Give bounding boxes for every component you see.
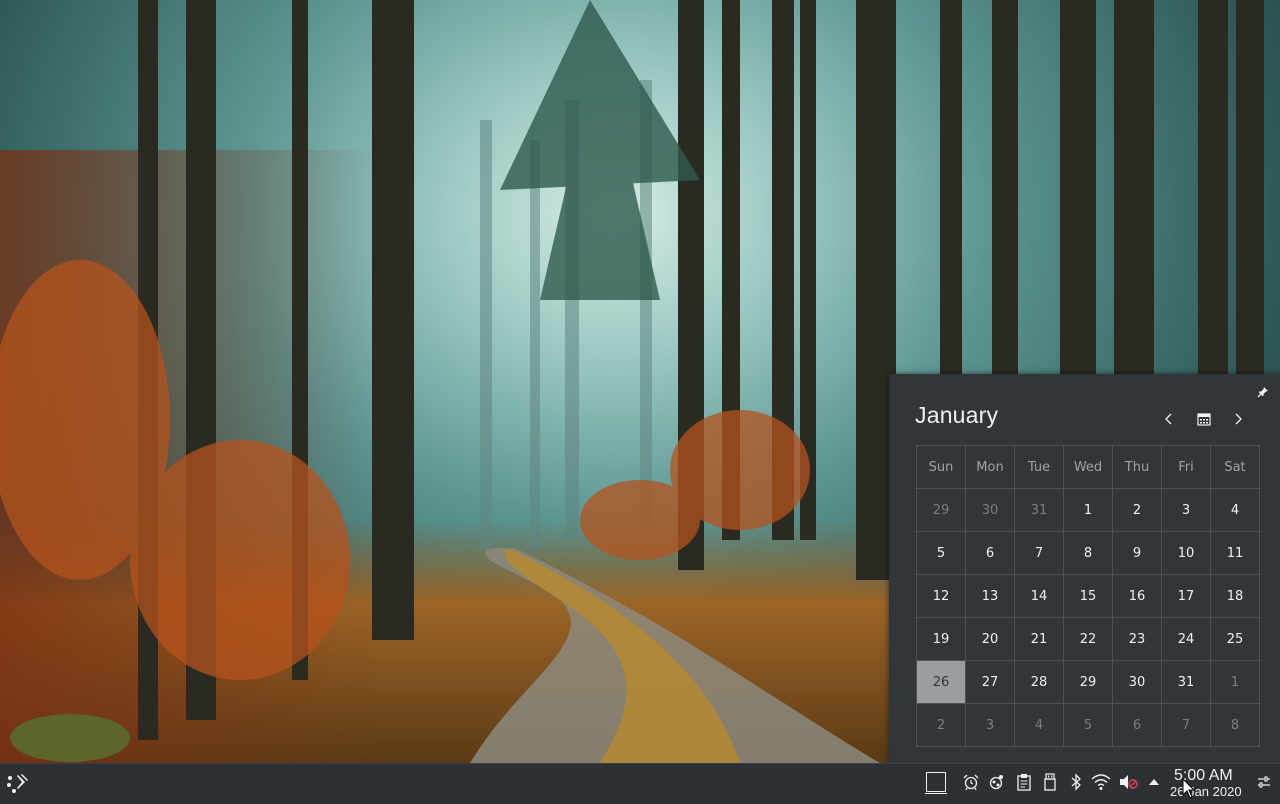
kde-connect-icon[interactable] [987, 772, 1007, 792]
calendar-day-cell[interactable]: 29 [916, 488, 966, 532]
calendar-day-cell[interactable]: 1 [1210, 660, 1260, 704]
calendar-day-cell[interactable]: 13 [965, 574, 1015, 618]
calendar-week-row: 2 3 4 5 6 7 8 [916, 703, 1260, 747]
calendar-day-cell[interactable]: 2 [916, 703, 966, 747]
volume-muted-icon[interactable] [1118, 772, 1138, 792]
weekday-label: Wed [1063, 445, 1113, 489]
application-launcher-icon[interactable] [5, 770, 31, 796]
calendar-day-cell[interactable]: 16 [1112, 574, 1162, 618]
calendar-day-cell[interactable]: 31 [1014, 488, 1064, 532]
calendar-day-cell[interactable]: 10 [1161, 531, 1211, 575]
calendar-day-cell[interactable]: 29 [1063, 660, 1113, 704]
calendar-day-cell[interactable]: 14 [1014, 574, 1064, 618]
wifi-icon[interactable] [1091, 772, 1111, 792]
calendar-week-row: 12 13 14 15 16 17 18 [916, 574, 1260, 618]
pin-icon[interactable] [1255, 384, 1271, 400]
chevron-right-icon[interactable] [1227, 408, 1249, 430]
calendar-day-cell[interactable]: 8 [1063, 531, 1113, 575]
usb-device-icon[interactable] [1040, 772, 1060, 792]
calendar-day-cell[interactable]: 15 [1063, 574, 1113, 618]
calendar-day-cell[interactable]: 2 [1112, 488, 1162, 532]
calendar-day-cell[interactable]: 30 [1112, 660, 1162, 704]
calendar-grid: Sun Mon Tue Wed Thu Fri Sat 29 30 31 1 2… [916, 445, 1260, 747]
weekday-header-row: Sun Mon Tue Wed Thu Fri Sat [916, 445, 1260, 489]
expand-tray-icon[interactable] [1144, 772, 1164, 792]
clock-date[interactable]: 26 Jan 2020 [1170, 784, 1242, 799]
calendar-day-cell[interactable]: 9 [1112, 531, 1162, 575]
calendar-day-cell[interactable]: 6 [1112, 703, 1162, 747]
weekday-label: Tue [1014, 445, 1064, 489]
mouse-cursor-icon [1182, 777, 1196, 800]
calendar-icon[interactable] [1193, 408, 1215, 430]
calendar-day-cell[interactable]: 20 [965, 617, 1015, 661]
calendar-week-row: 5 6 7 8 9 10 11 [916, 531, 1260, 575]
calendar-day-cell[interactable]: 7 [1014, 531, 1064, 575]
weekday-label: Thu [1112, 445, 1162, 489]
calendar-day-cell[interactable]: 19 [916, 617, 966, 661]
calendar-week-row: 29 30 31 1 2 3 4 [916, 488, 1260, 532]
calendar-day-cell[interactable]: 6 [965, 531, 1015, 575]
calendar-day-cell[interactable]: 3 [965, 703, 1015, 747]
calendar-day-cell[interactable]: 25 [1210, 617, 1260, 661]
calendar-popup: January Sun Mon Tue Wed Thu Fri Sat 29 3… [889, 374, 1280, 763]
calendar-day-cell[interactable]: 31 [1161, 660, 1211, 704]
calendar-day-cell[interactable]: 22 [1063, 617, 1113, 661]
calendar-day-cell[interactable]: 11 [1210, 531, 1260, 575]
taskbar-panel: 5:00 AM 26 Jan 2020 [0, 763, 1280, 801]
calendar-day-cell[interactable]: 30 [965, 488, 1015, 532]
bluetooth-icon[interactable] [1066, 772, 1086, 792]
chevron-left-icon[interactable] [1158, 408, 1180, 430]
weekday-label: Fri [1161, 445, 1211, 489]
weekday-label: Sun [916, 445, 966, 489]
calendar-day-cell[interactable]: 27 [965, 660, 1015, 704]
calendar-day-cell[interactable]: 7 [1161, 703, 1211, 747]
calendar-day-cell[interactable]: 5 [916, 531, 966, 575]
calendar-day-cell[interactable]: 4 [1210, 488, 1260, 532]
calendar-day-cell[interactable]: 4 [1014, 703, 1064, 747]
calendar-week-row: 19 20 21 22 23 24 25 [916, 617, 1260, 661]
panel-settings-icon[interactable] [1254, 772, 1274, 792]
calendar-day-cell[interactable]: 17 [1161, 574, 1211, 618]
show-desktop-icon[interactable] [925, 772, 947, 794]
calendar-day-cell-today[interactable]: 26 [916, 660, 966, 704]
calendar-day-cell[interactable]: 1 [1063, 488, 1113, 532]
calendar-day-cell[interactable]: 8 [1210, 703, 1260, 747]
calendar-day-cell[interactable]: 12 [916, 574, 966, 618]
calendar-month-title[interactable]: January [915, 402, 998, 429]
alarm-icon[interactable] [961, 772, 981, 792]
calendar-day-cell[interactable]: 23 [1112, 617, 1162, 661]
calendar-day-cell[interactable]: 3 [1161, 488, 1211, 532]
calendar-day-cell[interactable]: 18 [1210, 574, 1260, 618]
clipboard-icon[interactable] [1014, 772, 1034, 792]
calendar-day-cell[interactable]: 24 [1161, 617, 1211, 661]
calendar-day-cell[interactable]: 21 [1014, 617, 1064, 661]
calendar-day-cell[interactable]: 28 [1014, 660, 1064, 704]
calendar-day-cell[interactable]: 5 [1063, 703, 1113, 747]
weekday-label: Mon [965, 445, 1015, 489]
calendar-week-row: 26 27 28 29 30 31 1 [916, 660, 1260, 704]
weekday-label: Sat [1210, 445, 1260, 489]
